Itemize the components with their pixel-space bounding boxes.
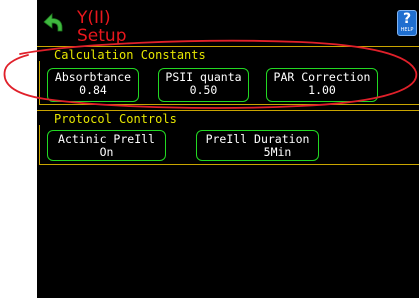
par-correction-value: 1.00 <box>308 83 336 97</box>
section-title-calculation: Calculation Constants <box>54 48 206 62</box>
absorbtance-control[interactable]: Absorbtance 0.84 <box>47 68 139 102</box>
absorbtance-label: Absorbtance <box>54 70 132 84</box>
absorbtance-value: 0.84 <box>79 83 107 97</box>
actinic-preill-value: On <box>99 145 114 159</box>
actinic-preill-control[interactable]: Actinic PreIll On <box>47 130 166 161</box>
screen-title: Y(II) <box>77 8 111 28</box>
section-divider <box>37 46 419 47</box>
psii-quanta-control[interactable]: PSII quanta 0.50 <box>158 68 249 102</box>
preill-duration-control[interactable]: PreIll Duration 5Min <box>196 130 319 161</box>
par-correction-label: PAR Correction <box>273 70 371 84</box>
help-label: HELP <box>400 27 414 33</box>
device-screen: Y(II) Setup ? HELP Calculation Constants… <box>37 0 419 298</box>
section-divider <box>37 110 419 111</box>
preill-duration-value: 5Min <box>263 145 292 159</box>
back-arrow-icon[interactable] <box>39 8 65 34</box>
psii-quanta-value: 0.50 <box>189 83 218 97</box>
screen-subtitle: Setup <box>77 26 127 46</box>
actinic-preill-label: Actinic PreIll <box>58 132 155 146</box>
preill-duration-label: PreIll Duration <box>205 132 310 146</box>
par-correction-control[interactable]: PAR Correction 1.00 <box>266 68 378 102</box>
psii-quanta-label: PSII quanta <box>165 70 242 84</box>
help-question-icon: ? <box>402 11 412 27</box>
section-title-protocol: Protocol Controls <box>54 112 177 126</box>
help-button[interactable]: ? HELP <box>397 10 417 36</box>
